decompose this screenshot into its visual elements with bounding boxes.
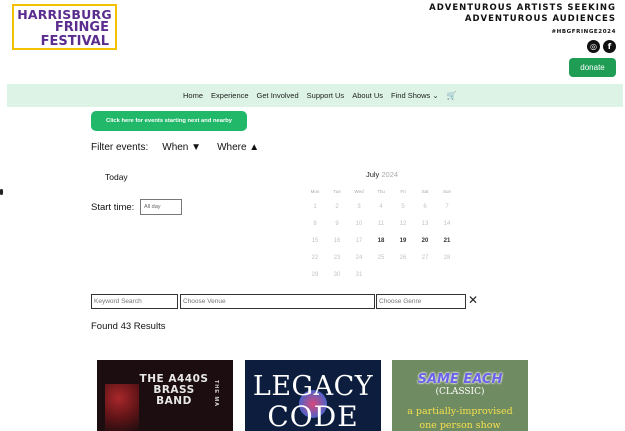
calendar-day[interactable]: 28 xyxy=(436,250,458,267)
results-count: Found 43 Results xyxy=(91,321,166,332)
calendar-day[interactable]: 7 xyxy=(436,199,458,216)
where-toggle[interactable]: Where ▲ xyxy=(217,142,259,153)
event-card-title: LEGACY xyxy=(252,371,374,402)
filter-label: Filter events: xyxy=(91,142,149,153)
logo-line-3: FESTIVAL xyxy=(40,34,109,49)
event-card-title: SAME EACH xyxy=(417,372,503,387)
calendar-day[interactable]: 8 xyxy=(304,216,326,233)
edge-fragment xyxy=(0,189,3,195)
genre-select[interactable] xyxy=(376,294,466,309)
calendar-day[interactable]: 3 xyxy=(348,199,370,216)
event-card-brass-band[interactable]: THE A440S BRASS BAND THE MA xyxy=(97,360,233,431)
weekday-header: Thu xyxy=(377,189,385,194)
calendar-month: July xyxy=(365,170,380,179)
event-card-subtitle: CODE xyxy=(267,400,359,431)
calendar-day-empty xyxy=(436,267,458,284)
facebook-icon[interactable]: f xyxy=(603,40,616,53)
chevron-down-icon: ⌄ xyxy=(432,91,439,100)
weekday-header: Wed xyxy=(354,189,364,194)
instagram-icon[interactable]: ◎ xyxy=(587,40,600,53)
event-card-same-each[interactable]: SAME EACH (CLASSIC) a partially-improvis… xyxy=(392,360,528,431)
calendar-day[interactable]: 31 xyxy=(348,267,370,284)
calendar-day[interactable]: 25 xyxy=(370,250,392,267)
social-links: ◎ f xyxy=(587,40,616,53)
event-card-legacy-code[interactable]: LEGACY CODE xyxy=(245,360,381,431)
today-button[interactable]: Today xyxy=(105,172,128,182)
tagline-line-2: ADVENTUROUS AUDIENCES xyxy=(464,14,616,24)
hashtag: #HBGFRINGE2024 xyxy=(551,29,616,35)
calendar-day[interactable]: 16 xyxy=(326,233,348,250)
nav-item-get-involved[interactable]: Get Involved xyxy=(257,91,299,100)
date-calendar: July 2024 Mon Tue Wed Thu Fri Sat Sun 1 2 3 4 5 6 7 8 9… xyxy=(304,170,460,284)
calendar-day[interactable]: 29 xyxy=(304,267,326,284)
nav-item-about-us[interactable]: About Us xyxy=(352,91,383,100)
calendar-day[interactable]: 23 xyxy=(326,250,348,267)
calendar-day[interactable]: 26 xyxy=(392,250,414,267)
clear-filters-icon[interactable]: ✕ xyxy=(468,293,478,307)
calendar-day[interactable]: 13 xyxy=(414,216,436,233)
calendar-day-empty xyxy=(392,267,414,284)
festival-logo[interactable]: HARRISBURG FRINGE FESTIVAL xyxy=(12,4,117,50)
calendar-day[interactable]: 9 xyxy=(326,216,348,233)
shopping-cart-icon[interactable]: 🛒 xyxy=(447,91,457,100)
event-card-classic: (CLASSIC) xyxy=(435,387,485,397)
calendar-day-empty xyxy=(414,267,436,284)
tagline-line-1: ADVENTUROUS ARTISTS SEEKING xyxy=(429,3,616,13)
calendar-day[interactable]: 27 xyxy=(414,250,436,267)
tagline: ADVENTUROUS ARTISTS SEEKING ADVENTUROUS … xyxy=(429,3,616,25)
filter-bar: Filter events: When ▼ Where ▲ xyxy=(91,142,275,153)
calendar-grid: Mon Tue Wed Thu Fri Sat Sun 1 2 3 4 5 6 7 8 9 10 11 12 13 14… xyxy=(304,185,460,284)
start-time-input[interactable]: All day xyxy=(140,199,182,215)
keyword-search-input[interactable] xyxy=(91,294,178,309)
calendar-day[interactable]: 20 xyxy=(414,233,436,250)
calendar-day[interactable]: 6 xyxy=(414,199,436,216)
calendar-day[interactable]: 21 xyxy=(436,233,458,250)
performer-image xyxy=(105,384,139,431)
weekday-header: Sat xyxy=(421,189,429,194)
calendar-day[interactable]: 1 xyxy=(304,199,326,216)
calendar-day[interactable]: 14 xyxy=(436,216,458,233)
nav-item-home[interactable]: Home xyxy=(183,91,203,100)
nav-item-experience[interactable]: Experience xyxy=(211,91,249,100)
calendar-day[interactable]: 30 xyxy=(326,267,348,284)
start-time-label: Start time: xyxy=(91,202,135,213)
logo-line-2: FRINGE xyxy=(54,20,109,35)
event-card-title: THE A440S BRASS BAND xyxy=(139,373,209,407)
nav-item-find-shows[interactable]: Find Shows ⌄ xyxy=(391,91,439,100)
calendar-day[interactable]: 4 xyxy=(370,199,392,216)
event-card-subtitle-2: one person show xyxy=(419,420,501,431)
calendar-day[interactable]: 2 xyxy=(326,199,348,216)
nav-item-find-shows-label: Find Shows xyxy=(391,91,431,100)
weekday-header: Fri xyxy=(400,189,406,194)
calendar-day[interactable]: 24 xyxy=(348,250,370,267)
weekday-header: Mon xyxy=(310,189,320,194)
calendar-day[interactable]: 10 xyxy=(348,216,370,233)
calendar-day[interactable]: 17 xyxy=(348,233,370,250)
event-card-side-text: THE MA xyxy=(213,380,219,408)
calendar-day[interactable]: 19 xyxy=(392,233,414,250)
when-toggle[interactable]: When ▼ xyxy=(162,142,201,153)
weekday-header: Sun xyxy=(442,189,451,194)
event-card-subtitle-1: a partially-improvised xyxy=(407,406,513,417)
calendar-day-empty xyxy=(370,267,392,284)
calendar-day[interactable]: 12 xyxy=(392,216,414,233)
calendar-month-title: July 2024 xyxy=(304,170,460,179)
nav-item-support-us[interactable]: Support Us xyxy=(307,91,345,100)
calendar-day[interactable]: 22 xyxy=(304,250,326,267)
main-nav: Home Experience Get Involved Support Us … xyxy=(7,84,623,107)
calendar-year: 2024 xyxy=(381,170,399,179)
nearby-events-button[interactable]: Click here for events starting next and … xyxy=(91,111,247,131)
calendar-day[interactable]: 18 xyxy=(370,233,392,250)
calendar-day[interactable]: 15 xyxy=(304,233,326,250)
calendar-day[interactable]: 5 xyxy=(392,199,414,216)
donate-button[interactable]: donate xyxy=(569,58,616,77)
venue-select[interactable] xyxy=(180,294,375,309)
calendar-day[interactable]: 11 xyxy=(370,216,392,233)
weekday-header: Tue xyxy=(333,189,341,194)
